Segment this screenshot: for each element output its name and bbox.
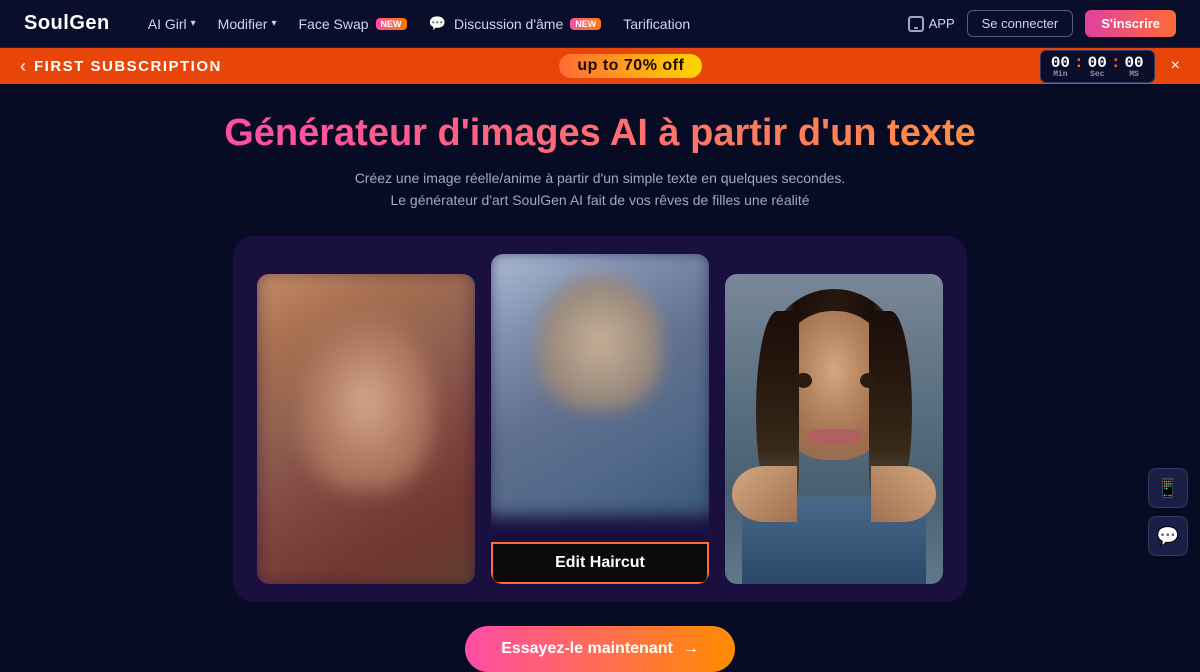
banner-title: FIRST SUBSCRIPTION [34,58,222,75]
cta-label: Essayez-le maintenant [501,640,673,658]
promo-banner: ‹ FIRST SUBSCRIPTION up to 70% off 00 Mi… [0,48,1200,84]
nav-item-modifier[interactable]: Modifier ▾ [218,16,277,32]
hours-unit: 00 Min [1051,54,1070,79]
login-button[interactable]: Se connecter [967,10,1074,37]
minutes-unit: 00 Sec [1088,54,1107,79]
card-center-label: Edit Haircut [491,542,709,584]
time-separator-2: : [1111,54,1121,72]
side-chat-button[interactable]: 💬 [1148,516,1188,556]
side-app-icon: 📱 [1157,478,1179,499]
logo[interactable]: SoulGen [24,12,110,35]
cards-container: Edit Haircut [233,236,967,602]
chevron-down-icon: ▾ [191,18,196,29]
nav-item-tarification[interactable]: Tarification [623,16,690,32]
nav-item-ai-girl[interactable]: AI Girl ▾ [148,16,196,32]
banner-prev-arrow[interactable]: ‹ [20,56,26,77]
nav-item-face-swap[interactable]: Face Swap NEW [298,16,406,32]
side-chat-icon: 💬 [1157,526,1179,547]
card-left [257,274,475,584]
chevron-down-icon: ▾ [271,18,276,29]
subtext-line-2: Le générateur d'art SoulGen AI fait de v… [355,189,846,211]
hero-headline: Générateur d'images AI à partir d'un tex… [224,112,976,155]
minutes-label: Sec [1090,70,1104,79]
nav-links: AI Girl ▾ Modifier ▾ Face Swap NEW 💬 Dis… [148,15,880,32]
hours-label: Min [1053,70,1067,79]
seconds-unit: 00 MS [1124,54,1143,79]
cta-arrow-icon: → [683,640,699,658]
cta-button[interactable]: Essayez-le maintenant → [465,626,735,672]
hero-subtext: Créez une image réelle/anime à partir d'… [355,167,846,212]
side-buttons: 📱 💬 [1148,468,1188,556]
phone-icon [908,16,924,32]
countdown-timer: 00 Min : 00 Sec : 00 MS [1040,50,1155,83]
main-content: Générateur d'images AI à partir d'un tex… [0,84,1200,672]
subtext-line-1: Créez une image réelle/anime à partir d'… [355,167,846,189]
countdown-display: 00 Min : 00 Sec : 00 MS [1040,50,1155,83]
banner-left: ‹ FIRST SUBSCRIPTION [20,56,222,77]
nav-item-discussion[interactable]: 💬 Discussion d'âme NEW [429,15,602,32]
seconds-label: MS [1129,70,1139,79]
time-separator-1: : [1074,54,1084,72]
card-center: Edit Haircut [491,254,709,584]
nav-right: APP Se connecter S'inscrire [908,10,1176,37]
banner-close-button[interactable]: × [1171,57,1180,75]
signup-button[interactable]: S'inscrire [1085,10,1176,37]
banner-right: 00 Min : 00 Sec : 00 MS × [1040,50,1180,83]
card-right [725,274,943,584]
app-button[interactable]: APP [908,16,955,32]
discount-badge: up to 70% off [559,54,702,78]
banner-center: up to 70% off [559,54,702,78]
side-app-button[interactable]: 📱 [1148,468,1188,508]
navbar: SoulGen AI Girl ▾ Modifier ▾ Face Swap N… [0,0,1200,48]
new-badge: NEW [376,18,407,30]
new-badge-2: NEW [570,18,601,30]
